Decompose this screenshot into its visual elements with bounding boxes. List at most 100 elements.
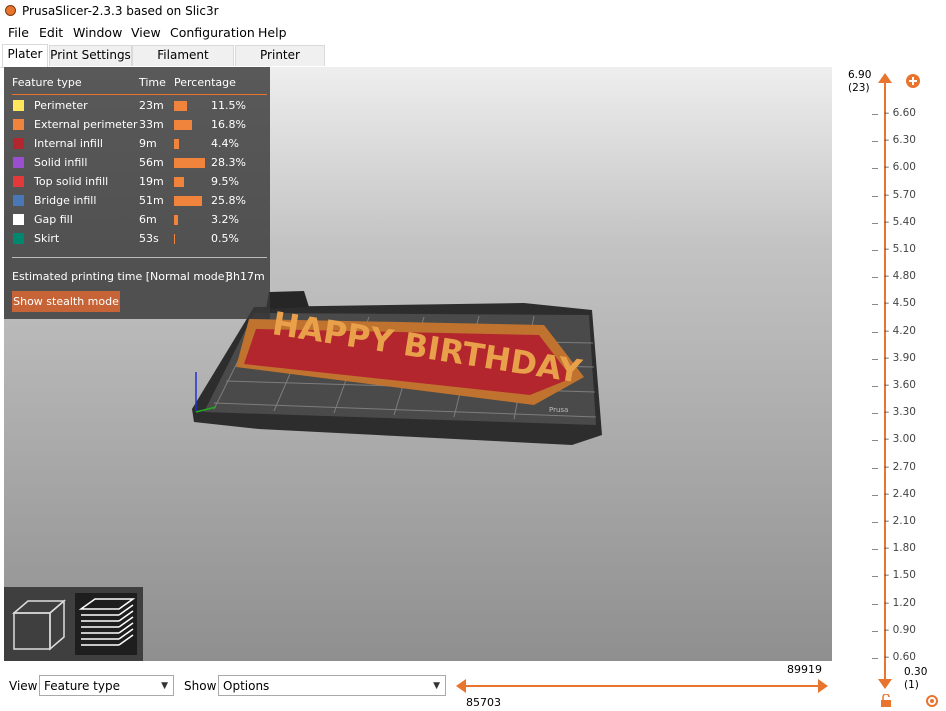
slider-tick-mark bbox=[872, 195, 878, 197]
slider-tick-label: – 5.10 bbox=[884, 243, 916, 255]
lock-icon[interactable] bbox=[880, 694, 892, 708]
legend-row[interactable]: Gap fill 6m 3.2% bbox=[4, 213, 270, 232]
legend-row[interactable]: Skirt 53s 0.5% bbox=[4, 232, 270, 251]
slider-tick-label: – 5.40 bbox=[884, 215, 916, 228]
legend-feature-time: 51m bbox=[139, 194, 164, 207]
slider-tick-mark bbox=[872, 250, 878, 251]
slider-bottom-readout: 0.30 (1) bbox=[904, 666, 927, 692]
slider-tick-mark bbox=[872, 386, 878, 387]
legend-feature-name: Top solid infill bbox=[34, 175, 109, 188]
view-type-value: Feature type bbox=[44, 679, 120, 693]
menu-window[interactable]: Window bbox=[73, 25, 122, 40]
legend-feature-time: 56m bbox=[139, 156, 164, 169]
legend-feature-time: 9m bbox=[139, 137, 157, 150]
tab-filament-settings[interactable]: Filament Settings bbox=[132, 45, 234, 81]
tab-plater[interactable]: Plater bbox=[2, 44, 48, 67]
slider-tick-label: – 3.90 bbox=[884, 351, 916, 364]
slider-tick-label: – 4.20 bbox=[884, 324, 916, 337]
legend-row[interactable]: Solid infill 56m 28.3% bbox=[4, 156, 270, 175]
settings-cog-icon[interactable] bbox=[925, 694, 939, 708]
tab-printer-settings[interactable]: Printer Settings bbox=[235, 45, 325, 81]
slider-tick-label: – 6.60 bbox=[884, 107, 916, 119]
menu-bar: File Edit Window View Configuration Help bbox=[0, 23, 946, 43]
tab-bar: Plater Print Settings Filament Settings … bbox=[0, 43, 946, 81]
move-slider-right-thumb-icon[interactable] bbox=[816, 679, 828, 693]
legend-feature-name: Gap fill bbox=[34, 213, 73, 226]
slider-tick-label: – 6.00 bbox=[884, 161, 916, 174]
slider-tick-label: – 6.30 bbox=[884, 134, 916, 147]
move-slider-track[interactable] bbox=[462, 685, 822, 687]
legend-feature-percentage: 3.2% bbox=[211, 213, 239, 226]
menu-file[interactable]: File bbox=[8, 25, 29, 40]
legend-feature-percentage: 0.5% bbox=[211, 232, 239, 245]
legend-feature-time: 6m bbox=[139, 213, 157, 226]
slider-top-value: 6.90 bbox=[848, 69, 872, 81]
legend-header-time: Time bbox=[139, 76, 166, 89]
legend-percentage-bar bbox=[174, 120, 193, 130]
3d-view-button[interactable] bbox=[8, 593, 70, 655]
slider-tick-label: – 4.80 bbox=[884, 270, 916, 283]
legend-header-feature: Feature type bbox=[12, 76, 82, 89]
menu-edit[interactable]: Edit bbox=[39, 25, 63, 40]
slider-top-layer: (23) bbox=[848, 82, 870, 94]
layer-height-slider[interactable]: 6.90 (23) – 6.60 – 6.30 – 6.00 – 5.70 – 5.40… bbox=[832, 67, 946, 711]
slider-tick-mark bbox=[872, 658, 878, 659]
slider-top-readout: 6.90 (23) bbox=[848, 69, 871, 95]
move-slider-bottom-value: 85703 bbox=[466, 696, 501, 709]
slider-tick-mark bbox=[872, 168, 878, 170]
move-slider-left-thumb-icon[interactable] bbox=[456, 679, 468, 693]
tab-print-settings[interactable]: Print Settings bbox=[49, 45, 132, 66]
legend-row[interactable]: Top solid infill 19m 9.5% bbox=[4, 175, 270, 194]
slider-tick-label: – 0.90 bbox=[884, 623, 916, 636]
legend-color-swatch bbox=[13, 138, 24, 149]
legend-feature-name: Bridge infill bbox=[34, 194, 97, 207]
slider-tick-label: – 0.60 bbox=[884, 651, 916, 663]
layers-icon bbox=[78, 598, 136, 646]
slider-tick-mark bbox=[872, 494, 878, 496]
view-type-select[interactable]: Feature type ▼ bbox=[39, 675, 174, 696]
legend-row[interactable]: Internal infill 9m 4.4% bbox=[4, 137, 270, 156]
legend-percentage-bar bbox=[174, 139, 179, 149]
legend-percentage-bar bbox=[174, 234, 175, 244]
legend-color-swatch bbox=[13, 100, 24, 111]
show-stealth-mode-button[interactable]: Show stealth mode bbox=[12, 291, 120, 312]
chevron-down-icon: ▼ bbox=[161, 681, 168, 691]
slider-bottom-layer: (1) bbox=[904, 679, 919, 691]
slider-tick-mark bbox=[872, 141, 878, 143]
legend-divider bbox=[12, 94, 267, 95]
legend-feature-time: 19m bbox=[139, 175, 164, 188]
slider-tick-mark bbox=[872, 413, 878, 415]
slider-upper-thumb-icon[interactable] bbox=[878, 73, 892, 85]
slider-tick-label: – 2.70 bbox=[884, 460, 916, 473]
slider-tick-mark bbox=[872, 630, 878, 632]
slider-tick-mark bbox=[872, 576, 878, 578]
legend-divider bbox=[12, 257, 267, 258]
slider-lower-thumb-icon[interactable] bbox=[878, 679, 892, 691]
legend-panel: Feature type Time Percentage Perimeter 23… bbox=[4, 67, 270, 319]
prusaslicer-logo-icon bbox=[5, 5, 16, 16]
legend-row[interactable]: Bridge infill 51m 25.8% bbox=[4, 194, 270, 213]
slider-tick-label: – 1.80 bbox=[884, 542, 916, 555]
legend-feature-percentage: 25.8% bbox=[211, 194, 246, 207]
slider-tick-mark bbox=[872, 467, 878, 469]
preview-view-button[interactable] bbox=[75, 593, 137, 655]
menu-help[interactable]: Help bbox=[258, 25, 287, 40]
legend-feature-name: Internal infill bbox=[34, 137, 103, 150]
cube-icon bbox=[11, 599, 67, 651]
menu-view[interactable]: View bbox=[131, 25, 161, 40]
legend-feature-percentage: 28.3% bbox=[211, 156, 246, 169]
add-color-change-icon[interactable] bbox=[905, 73, 921, 89]
move-slider-top-value: 89919 bbox=[787, 663, 822, 676]
legend-feature-percentage: 16.8% bbox=[211, 118, 246, 131]
legend-percentage-bar bbox=[174, 158, 206, 168]
legend-row[interactable]: External perimeter 33m 16.8% bbox=[4, 118, 270, 137]
bottom-toolbar: View Feature type ▼ Show Options ▼ 89919… bbox=[0, 661, 832, 711]
legend-feature-percentage: 4.4% bbox=[211, 137, 239, 150]
show-options-select[interactable]: Options ▼ bbox=[218, 675, 446, 696]
menu-configuration[interactable]: Configuration bbox=[170, 25, 255, 40]
legend-header-percentage: Percentage bbox=[174, 76, 236, 89]
show-options-value: Options bbox=[223, 679, 270, 693]
legend-feature-name: Perimeter bbox=[34, 99, 88, 112]
legend-color-swatch bbox=[13, 119, 24, 130]
legend-row[interactable]: Perimeter 23m 11.5% bbox=[4, 99, 270, 118]
